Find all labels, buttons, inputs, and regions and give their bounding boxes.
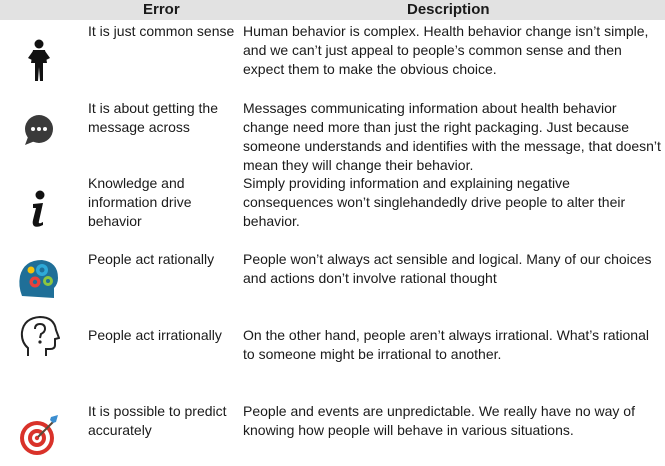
- row-description: People and events are unpredictable. We …: [243, 403, 635, 438]
- header-error: Error: [143, 1, 180, 18]
- speech-bubble-icon: [14, 105, 64, 155]
- head-gears-icon: [14, 254, 64, 304]
- row-error: It is just common sense: [88, 23, 235, 39]
- row-error: People act rationally: [88, 251, 215, 267]
- target-arrow-icon: [14, 410, 64, 460]
- person-standing-icon: [14, 36, 64, 86]
- head-question-icon: [14, 312, 64, 362]
- row-description: Human behavior is complex. Health behavi…: [243, 23, 649, 77]
- info-icon: [14, 184, 64, 234]
- row-error: It is possible to predict accurately: [88, 403, 227, 438]
- row-description: Messages communicating information about…: [243, 100, 661, 173]
- row-error: It is about getting the message across: [88, 100, 218, 135]
- row-description: People won’t always act sensible and log…: [243, 251, 652, 286]
- table-header: Error Description: [0, 0, 665, 20]
- row-error: People act irrationally: [88, 327, 222, 343]
- row-error: Knowledge and information drive behavior: [88, 175, 192, 229]
- header-description: Description: [407, 1, 490, 18]
- row-description: On the other hand, people aren’t always …: [243, 327, 649, 362]
- row-description: Simply providing information and explain…: [243, 175, 626, 229]
